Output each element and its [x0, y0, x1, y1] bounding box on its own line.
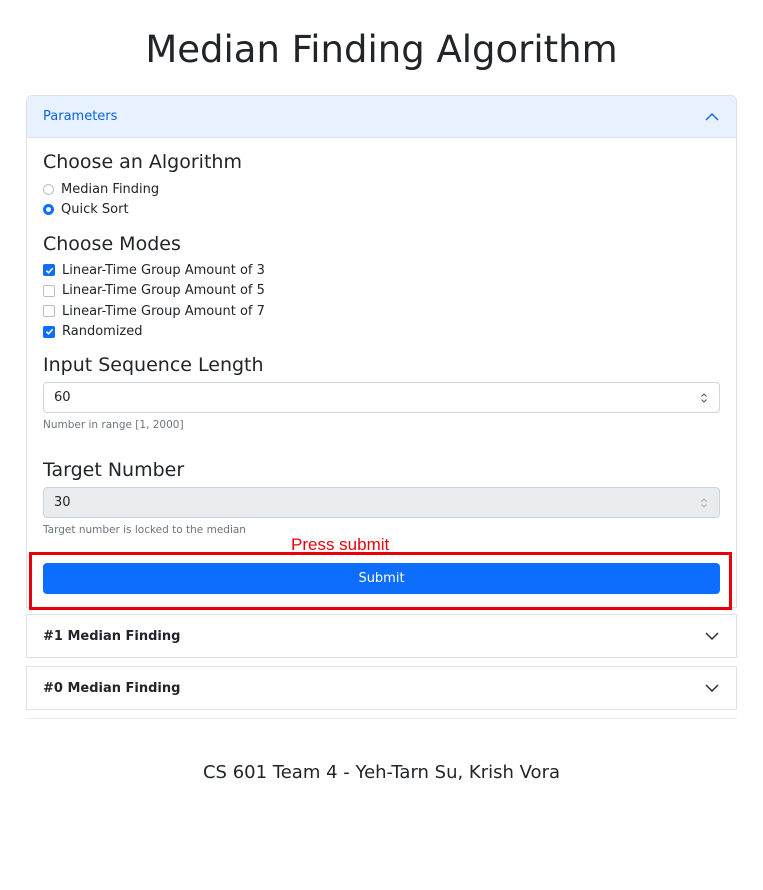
checkbox-label: Linear-Time Group Amount of 7 [62, 303, 265, 319]
checkbox-group-3[interactable]: Linear-Time Group Amount of 3 [43, 260, 720, 281]
footer-divider [26, 718, 737, 719]
radio-label: Quick Sort [61, 202, 129, 218]
parameters-header[interactable]: Parameters [27, 96, 736, 138]
footer-credits: CS 601 Team 4 - Yeh-Tarn Su, Krish Vora [202, 762, 561, 783]
result-panel: #0 Median Finding [26, 666, 737, 710]
modes-section-title: Choose Modes [43, 233, 181, 255]
checkbox-label: Linear-Time Group Amount of 5 [62, 283, 265, 299]
radio-median-finding[interactable]: Median Finding [43, 179, 720, 200]
checkbox[interactable] [43, 305, 55, 318]
result-header[interactable]: #1 Median Finding [27, 615, 736, 657]
checkbox[interactable] [43, 284, 55, 297]
target-number-input: 30 [43, 487, 720, 518]
chevron-up-icon [705, 112, 719, 120]
checkbox-label: Linear-Time Group Amount of 3 [62, 262, 265, 278]
checkbox-group-7[interactable]: Linear-Time Group Amount of 7 [43, 301, 720, 322]
parameters-panel: Parameters Choose an Algorithm Median Fi… [26, 95, 737, 608]
target-number-value: 30 [54, 495, 71, 510]
spinner-icon [701, 497, 707, 508]
checkbox-label: Randomized [62, 324, 143, 340]
check-icon [45, 328, 53, 336]
length-section-title: Input Sequence Length [43, 354, 264, 376]
radio-button[interactable] [43, 204, 54, 216]
radio-label: Median Finding [61, 181, 160, 197]
sequence-length-value: 60 [54, 390, 71, 405]
radio-quick-sort[interactable]: Quick Sort [43, 200, 720, 221]
result-header-label: #1 Median Finding [43, 628, 181, 644]
checkbox[interactable] [43, 264, 55, 277]
annotation-text: Press submit [291, 535, 390, 554]
checkbox-group-5[interactable]: Linear-Time Group Amount of 5 [43, 281, 720, 302]
result-header-label: #0 Median Finding [43, 680, 181, 696]
sequence-length-input[interactable]: 60 [43, 382, 720, 413]
page-title: Median Finding Algorithm [145, 28, 618, 71]
radio-button[interactable] [43, 183, 54, 195]
result-panel: #1 Median Finding [26, 614, 737, 658]
checkbox-randomized[interactable]: Randomized [43, 322, 720, 343]
parameters-header-label: Parameters [43, 109, 118, 124]
check-icon [45, 267, 53, 274]
accordion: Parameters Choose an Algorithm Median Fi… [26, 95, 737, 710]
result-header[interactable]: #0 Median Finding [27, 667, 736, 709]
target-section-title: Target Number [43, 459, 185, 481]
algorithm-section-title: Choose an Algorithm [43, 151, 242, 173]
sequence-length-help: Number in range [1, 2000] [43, 419, 184, 431]
spinner-icon[interactable] [699, 391, 709, 405]
chevron-down-icon [705, 632, 719, 640]
submit-button[interactable]: Submit [43, 563, 720, 594]
chevron-down-icon [705, 684, 719, 692]
checkbox[interactable] [43, 325, 55, 338]
